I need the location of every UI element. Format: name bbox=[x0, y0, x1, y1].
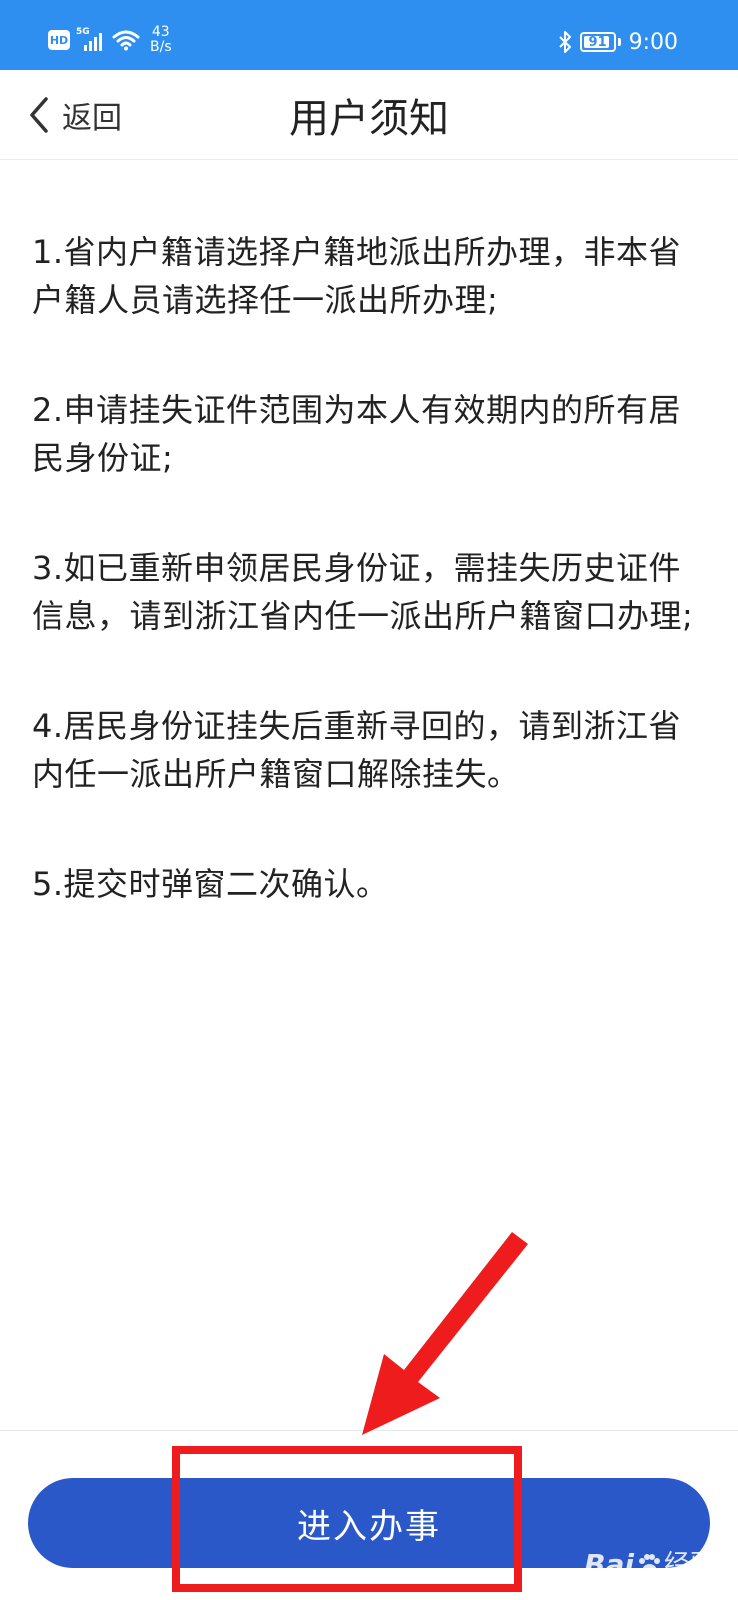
watermark-text: 经验 bbox=[663, 1550, 716, 1580]
battery-level: 91 bbox=[588, 34, 607, 50]
annotation-arrow-icon bbox=[362, 1232, 528, 1435]
status-right-group: 91 9:00 bbox=[558, 26, 678, 58]
status-bar: HD 5G 43 B/s 91 9:00 bbox=[0, 0, 738, 70]
battery-cap bbox=[617, 38, 621, 46]
hd-badge: HD bbox=[48, 30, 70, 50]
notice-item-1: 1.省内户籍请选择户籍地派出所办理，非本省户籍人员请选择任一派出所办理; bbox=[32, 233, 682, 319]
notice-item-5: 5.提交时弹窗二次确认。 bbox=[32, 865, 389, 903]
signal-bars-icon bbox=[84, 33, 102, 51]
notice-item-2: 2.申请挂失证件范围为本人有效期内的所有居民身份证; bbox=[32, 391, 682, 477]
network-speed: 43 B/s bbox=[150, 25, 172, 55]
speed-unit: B/s bbox=[150, 39, 172, 55]
clock: 9:00 bbox=[628, 29, 678, 55]
speed-value: 43 bbox=[151, 24, 170, 40]
nav-bar: 返回 用户须知 bbox=[0, 70, 738, 160]
battery-icon: 91 bbox=[579, 32, 616, 52]
baidu-watermark: Bai 经验 bbox=[584, 1548, 716, 1581]
page-title: 用户须知 bbox=[289, 96, 449, 142]
signal-icon: 5G bbox=[76, 27, 106, 53]
status-left-group: HD 5G 43 B/s bbox=[48, 22, 172, 58]
notice-item-3: 3.如已重新申领居民身份证，需挂失历史证件信息，请到浙江省内任一派出所户籍窗口办… bbox=[32, 549, 694, 635]
bottom-divider bbox=[0, 1430, 738, 1431]
wifi-icon bbox=[112, 30, 140, 51]
watermark-logo: Bai bbox=[584, 1548, 634, 1581]
paw-icon bbox=[638, 1554, 660, 1576]
notice-list: 1.省内户籍请选择户籍地派出所办理，非本省户籍人员请选择任一派出所办理; 2.申… bbox=[32, 228, 708, 970]
notice-item-4: 4.居民身份证挂失后重新寻回的，请到浙江省内任一派出所户籍窗口解除挂失。 bbox=[32, 707, 682, 793]
bluetooth-icon bbox=[558, 31, 571, 53]
